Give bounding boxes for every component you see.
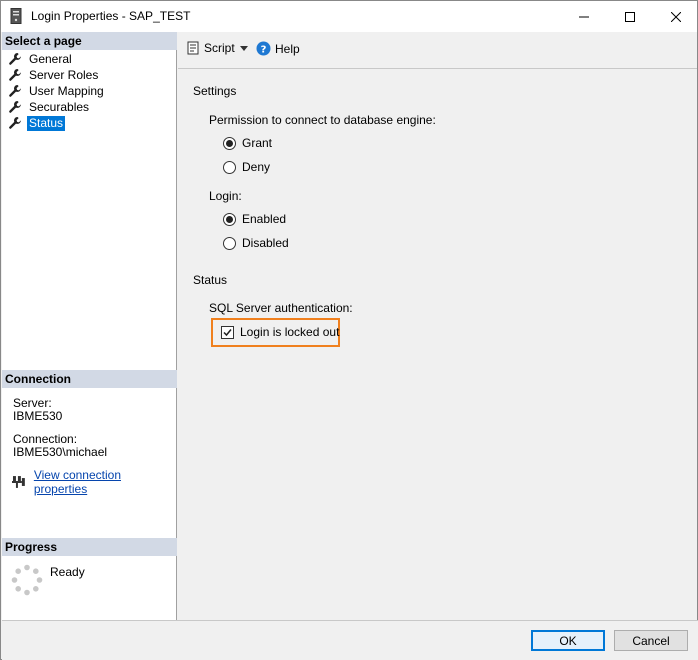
wrench-icon xyxy=(9,85,21,97)
page-item-general[interactable]: General xyxy=(2,51,177,67)
grant-radio-row[interactable]: Grant xyxy=(223,136,272,150)
disabled-radio-row[interactable]: Disabled xyxy=(223,236,289,250)
toolbar: Script ? Help xyxy=(178,32,697,69)
minimize-button[interactable] xyxy=(561,1,607,32)
close-icon xyxy=(671,11,681,22)
ok-button[interactable]: OK xyxy=(531,630,605,651)
login-properties-window: Login Properties - SAP_TEST Select a pag… xyxy=(0,0,698,660)
dialog-button-bar: OK Cancel xyxy=(2,620,698,660)
connection-header: Connection xyxy=(2,370,177,388)
grant-label: Grant xyxy=(242,136,273,150)
progress-header: Progress xyxy=(2,538,177,556)
settings-heading: Settings xyxy=(193,84,237,98)
script-label: Script xyxy=(204,41,235,55)
script-button[interactable]: Script xyxy=(186,41,235,55)
permission-label: Permission to connect to database engine… xyxy=(209,113,436,127)
view-connection-properties[interactable]: View connection properties xyxy=(12,468,176,496)
server-icon xyxy=(10,8,22,24)
grant-radio[interactable] xyxy=(223,136,236,150)
page-item-label: Securables xyxy=(29,99,90,114)
status-heading: Status xyxy=(193,273,228,287)
login-label: Login: xyxy=(209,189,242,203)
wrench-icon xyxy=(9,117,21,129)
deny-radio-row[interactable]: Deny xyxy=(223,160,270,174)
script-dropdown-arrow-icon[interactable] xyxy=(240,46,248,51)
checkmark-icon xyxy=(223,328,232,336)
svg-text:?: ? xyxy=(261,45,267,56)
wrench-icon xyxy=(9,101,21,113)
page-item-label: User Mapping xyxy=(29,83,104,98)
help-button[interactable]: ? Help xyxy=(256,41,300,56)
wrench-icon xyxy=(9,69,21,81)
cancel-button[interactable]: Cancel xyxy=(614,630,688,651)
server-value: IBME530 xyxy=(13,409,63,423)
left-pane: Select a page General Server Roles User … xyxy=(2,32,177,620)
page-item-label: Server Roles xyxy=(29,67,99,82)
locked-out-checkbox-row[interactable]: Login is locked out xyxy=(221,325,339,339)
sql-auth-label: SQL Server authentication: xyxy=(209,301,353,315)
wrench-icon xyxy=(9,53,21,65)
progress-spinner-icon xyxy=(11,564,43,596)
locked-out-checkbox[interactable] xyxy=(221,325,234,339)
page-item-server-roles[interactable]: Server Roles xyxy=(2,67,177,83)
enabled-radio[interactable] xyxy=(223,212,236,226)
deny-radio[interactable] xyxy=(223,160,236,174)
page-list: General Server Roles User Mapping Secura… xyxy=(2,51,177,131)
page-item-status[interactable]: Status xyxy=(2,115,177,131)
disabled-label: Disabled xyxy=(242,236,289,250)
page-item-label: Status xyxy=(27,115,66,131)
view-connection-link[interactable]: View connection properties xyxy=(34,468,176,496)
maximize-icon xyxy=(625,11,635,22)
close-button[interactable] xyxy=(653,1,698,32)
status-page-content: Settings Permission to connect to databa… xyxy=(178,70,697,620)
maximize-button[interactable] xyxy=(607,1,653,32)
deny-label: Deny xyxy=(242,160,271,174)
window-title: Login Properties - SAP_TEST xyxy=(31,9,191,23)
help-icon: ? xyxy=(256,41,271,56)
connection-value: IBME530\michael xyxy=(13,445,108,459)
title-bar[interactable]: Login Properties - SAP_TEST xyxy=(1,1,697,32)
enabled-label: Enabled xyxy=(242,212,287,226)
select-page-header: Select a page xyxy=(2,32,177,50)
minimize-icon xyxy=(579,16,589,17)
help-label: Help xyxy=(275,41,300,56)
script-icon xyxy=(187,41,199,55)
locked-out-label: Login is locked out xyxy=(240,325,340,339)
page-item-user-mapping[interactable]: User Mapping xyxy=(2,83,177,99)
enabled-radio-row[interactable]: Enabled xyxy=(223,212,286,226)
connection-properties-icon xyxy=(12,476,25,488)
page-item-securables[interactable]: Securables xyxy=(2,99,177,115)
progress-status: Ready xyxy=(50,565,85,579)
page-item-label: General xyxy=(29,51,72,66)
disabled-radio[interactable] xyxy=(223,236,236,250)
